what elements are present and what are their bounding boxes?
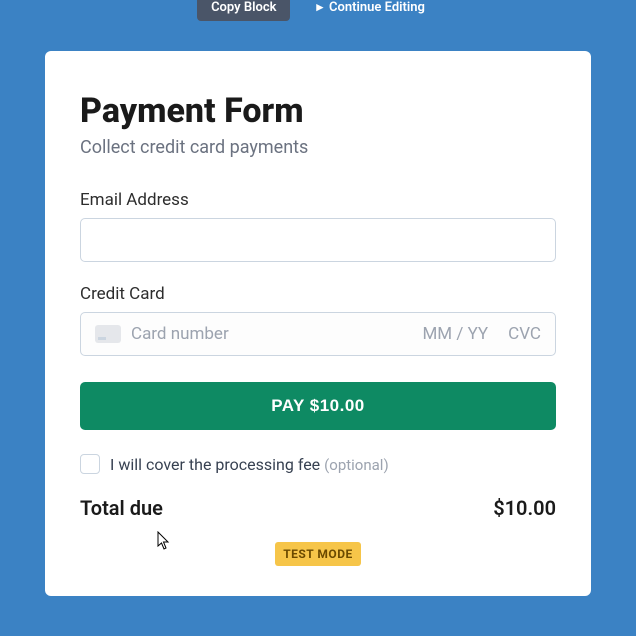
credit-card-label: Credit Card	[80, 284, 556, 304]
total-row: Total due $10.00	[80, 496, 556, 520]
copy-block-button[interactable]: Copy Block	[197, 0, 290, 21]
card-expiry-placeholder: MM / YY	[422, 324, 488, 344]
payment-form-card: Payment Form Collect credit card payment…	[45, 51, 591, 596]
credit-card-input[interactable]: Card number MM / YY CVC	[80, 312, 556, 356]
test-mode-badge: TEST MODE	[275, 542, 361, 566]
total-label: Total due	[80, 496, 163, 520]
credit-card-icon	[95, 325, 121, 343]
continue-editing-button[interactable]: ▸ Continue Editing	[302, 0, 438, 21]
pay-button[interactable]: PAY $10.00	[80, 382, 556, 430]
play-icon: ▸	[316, 0, 323, 15]
email-input[interactable]	[80, 218, 556, 262]
cover-fee-optional: (optional)	[324, 456, 389, 474]
card-number-placeholder: Card number	[131, 324, 412, 344]
cover-fee-label: I will cover the processing fee (optiona…	[110, 455, 389, 474]
cover-fee-text: I will cover the processing fee	[110, 455, 324, 474]
continue-editing-label: Continue Editing	[329, 0, 425, 15]
total-amount: $10.00	[493, 496, 556, 520]
page-title: Payment Form	[80, 91, 556, 131]
email-label: Email Address	[80, 190, 556, 210]
page-subtitle: Collect credit card payments	[80, 137, 556, 158]
cover-fee-checkbox[interactable]	[80, 454, 100, 474]
card-cvc-placeholder: CVC	[508, 324, 541, 344]
cursor-icon	[157, 531, 173, 551]
copy-block-label: Copy Block	[211, 0, 276, 15]
